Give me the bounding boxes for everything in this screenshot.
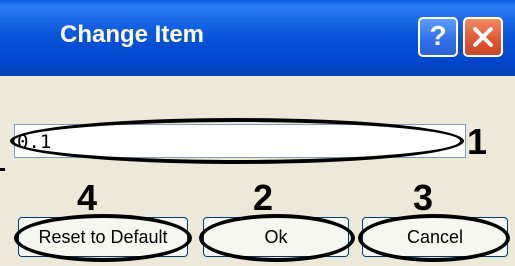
annotation-number-4: 4 bbox=[77, 177, 98, 218]
close-button[interactable] bbox=[463, 17, 503, 57]
change-item-dialog: Change Item ? 0.1 1 4 2 3 Reset to Defau… bbox=[0, 0, 515, 266]
reset-highlight-oval bbox=[14, 214, 192, 262]
help-button[interactable]: ? bbox=[418, 17, 458, 57]
edge-mark bbox=[0, 168, 5, 171]
annotation-number-2: 2 bbox=[253, 177, 274, 218]
help-icon: ? bbox=[429, 20, 447, 51]
annotation-number-1: 1 bbox=[467, 121, 488, 162]
ok-highlight-oval bbox=[199, 214, 355, 262]
title-bar[interactable]: Change Item ? bbox=[0, 0, 515, 76]
cancel-highlight-oval bbox=[358, 214, 510, 262]
annotation-number-3: 3 bbox=[413, 177, 434, 218]
dialog-title: Change Item bbox=[60, 21, 205, 48]
field-highlight-oval bbox=[10, 118, 464, 164]
close-icon bbox=[473, 27, 493, 47]
